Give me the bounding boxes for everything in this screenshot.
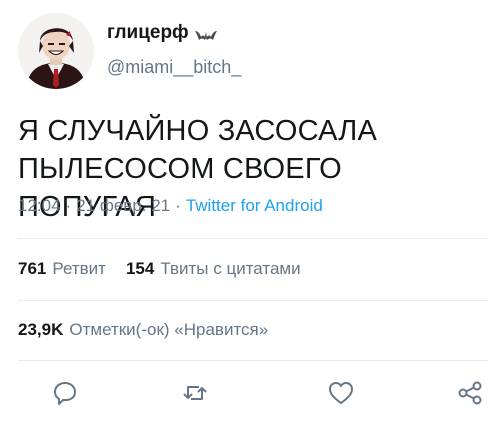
action-bar [0, 378, 500, 408]
retweet-icon [183, 386, 207, 400]
likes-count: 23,9K [18, 320, 64, 339]
user-handle[interactable]: @miami__bitch_ [107, 57, 241, 78]
meta-separator: · [175, 196, 181, 215]
share-icon [458, 381, 482, 405]
tweet-date[interactable]: 21 февр. 21 [76, 196, 170, 215]
meta-separator: · [65, 196, 72, 215]
likes-label: Отметки(-ок) «Нравится» [69, 320, 269, 339]
divider [18, 238, 488, 239]
retweets-stat[interactable]: 761 Ретвит [18, 259, 106, 279]
quotes-count: 154 [125, 259, 155, 278]
tweet-meta: 12:04 · 21 февр. 21 · Twitter for Android [18, 196, 323, 216]
display-name[interactable]: глицерф [107, 22, 189, 44]
display-name-row: глицерф [107, 22, 217, 44]
avatar[interactable] [18, 13, 94, 89]
tweet-time[interactable]: 12:04 [18, 196, 61, 215]
like-button[interactable] [326, 378, 356, 408]
quotes-stat[interactable]: 154 Твиты с цитатами [126, 259, 301, 279]
bat-icon [194, 27, 217, 40]
avatar-illustration-icon [18, 13, 94, 89]
retweet-stats-row: 761 Ретвит 154 Твиты с цитатами [18, 259, 321, 279]
reply-button[interactable] [50, 378, 80, 408]
quotes-label: Твиты с цитатами [160, 259, 301, 278]
likes-stats-row: 23,9K Отметки(-ок) «Нравится» [18, 320, 288, 340]
retweets-count: 761 [18, 259, 47, 278]
tweet-text-line: Я СЛУЧАЙНО ЗАСОСАЛА [18, 115, 378, 147]
heart-icon [329, 382, 353, 404]
retweet-button[interactable] [180, 378, 210, 408]
reply-icon [54, 382, 76, 405]
tweet-card: глицерф @miami__bitch_ Я СЛУЧАЙНО ЗАСОСА… [0, 0, 500, 422]
divider [18, 300, 488, 301]
retweets-label: Ретвит [52, 259, 106, 278]
divider [18, 360, 488, 361]
likes-stat[interactable]: 23,9K Отметки(-ок) «Нравится» [18, 320, 268, 340]
tweet-source-link[interactable]: Twitter for Android [186, 196, 323, 215]
share-button[interactable] [455, 378, 485, 408]
